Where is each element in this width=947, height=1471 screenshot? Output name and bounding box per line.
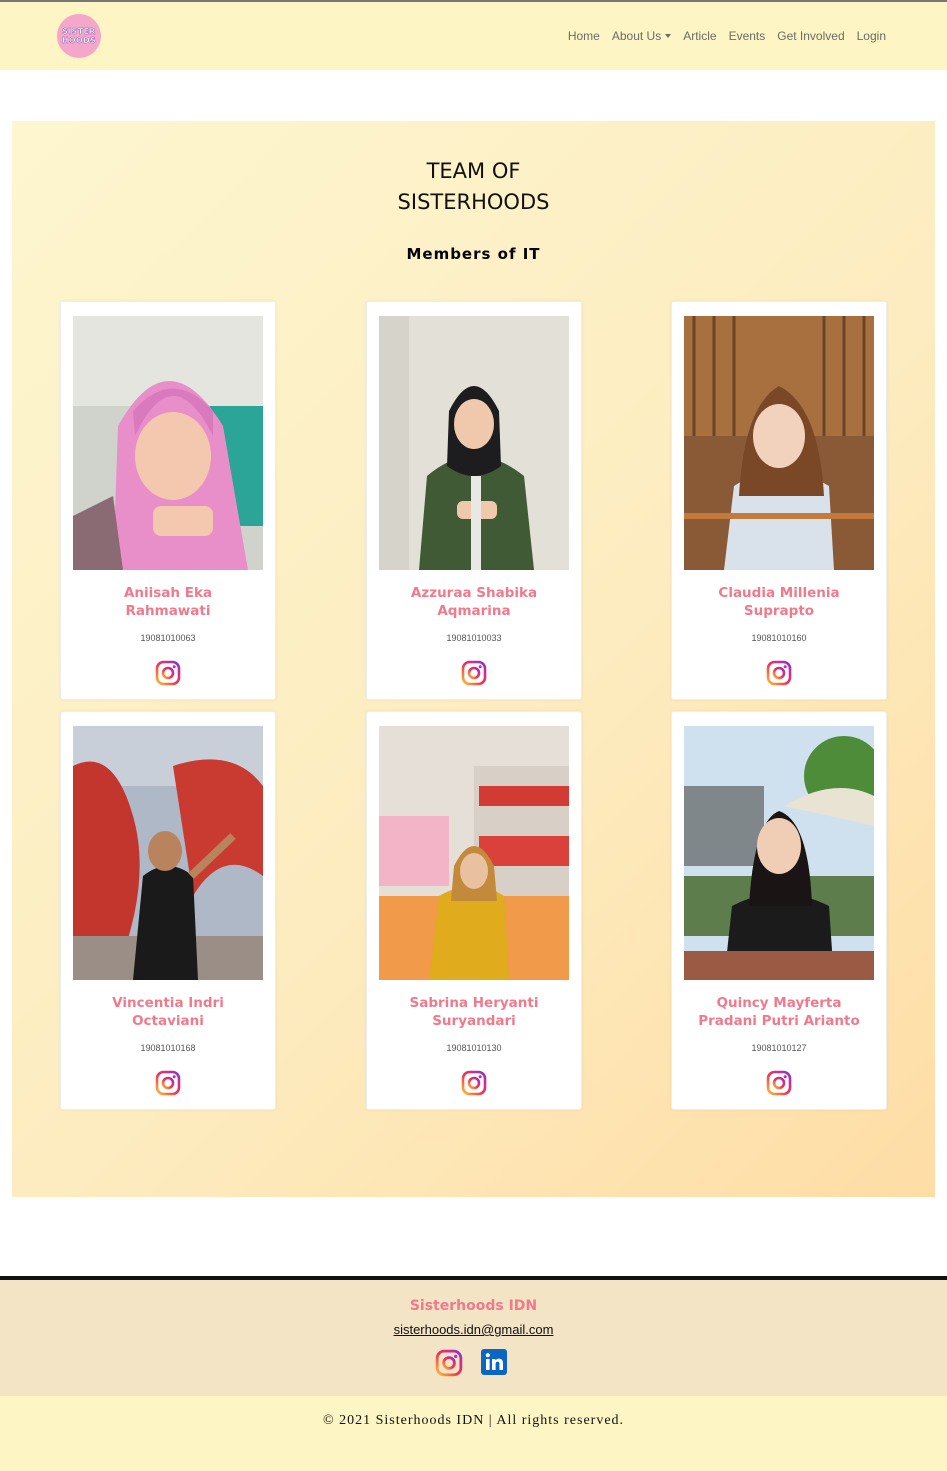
member-name: Claudia Millenia Suprapto	[672, 584, 886, 620]
instagram-icon[interactable]	[766, 660, 792, 686]
instagram-icon[interactable]	[155, 1070, 181, 1096]
member-id: 19081010063	[140, 633, 196, 643]
nav-home[interactable]: Home	[568, 29, 600, 43]
title-line-1: TEAM OF	[426, 159, 521, 183]
member-name-line-2: Suryandari	[432, 1013, 516, 1029]
member-photo	[684, 726, 874, 980]
navbar: SISTER HOODS Home About Us Article Event…	[0, 0, 947, 70]
member-name: Quincy Mayferta Pradani Putri Arianto	[672, 994, 886, 1030]
nav-events[interactable]: Events	[729, 29, 766, 43]
member-id: 19081010033	[446, 633, 502, 643]
member-name-line-1: Aniisah Eka	[123, 585, 213, 601]
member-name-line-2: Pradani Putri Arianto	[698, 1013, 860, 1029]
footer-social-icons	[435, 1349, 507, 1377]
member-name-line-1: Quincy Mayferta	[716, 995, 842, 1011]
nav-login[interactable]: Login	[857, 29, 886, 43]
nav-about-us[interactable]: About Us	[611, 29, 672, 43]
section-subtitle: Members of IT	[406, 245, 541, 263]
nav-get-involved[interactable]: Get Involved	[777, 29, 844, 43]
copyright-bar: © 2021 Sisterhoods IDN | All rights rese…	[0, 1396, 947, 1471]
member-photo	[379, 316, 569, 570]
member-card: Sabrina Heryanti Suryandari 19081010130	[366, 711, 582, 1110]
sisterhoods-logo[interactable]: SISTER HOODS	[57, 14, 101, 58]
member-id: 19081010127	[751, 1043, 807, 1053]
member-card: Aniisah Eka Rahmawati 19081010063	[60, 301, 276, 700]
nav-article[interactable]: Article	[683, 29, 716, 43]
member-card: Azzuraa Shabika Aqmarina 19081010033	[366, 301, 582, 700]
linkedin-icon[interactable]	[481, 1349, 507, 1375]
instagram-icon[interactable]	[155, 660, 181, 686]
member-card: Vincentia Indri Octaviani 19081010168	[60, 711, 276, 1110]
member-id: 19081010130	[446, 1043, 502, 1053]
logo-text: SISTER HOODS	[61, 27, 97, 45]
instagram-icon[interactable]	[435, 1349, 463, 1377]
member-name: Sabrina Heryanti Suryandari	[367, 994, 581, 1030]
member-name-line-1: Azzuraa Shabika	[410, 585, 538, 601]
member-card: Quincy Mayferta Pradani Putri Arianto 19…	[671, 711, 887, 1110]
member-id: 19081010168	[140, 1043, 196, 1053]
member-card: Claudia Millenia Suprapto 19081010160	[671, 301, 887, 700]
member-id: 19081010160	[751, 633, 807, 643]
member-name-line-2: Octaviani	[132, 1013, 204, 1029]
member-name-line-2: Suprapto	[743, 603, 815, 619]
member-name-line-1: Sabrina Heryanti	[409, 995, 539, 1011]
member-name-line-1: Vincentia Indri	[112, 995, 224, 1011]
member-name-line-2: Aqmarina	[437, 603, 511, 619]
member-name: Azzuraa Shabika Aqmarina	[367, 584, 581, 620]
instagram-icon[interactable]	[461, 660, 487, 686]
nav-menu: Home About Us Article Events Get Involve…	[568, 29, 886, 43]
team-section: TEAM OF SISTERHOODS Members of IT Aniisa…	[12, 121, 935, 1197]
footer-brand: Sisterhoods IDN	[409, 1298, 538, 1314]
member-name: Vincentia Indri Octaviani	[61, 994, 275, 1030]
footer: Sisterhoods IDN sisterhoods.idn@gmail.co…	[0, 1276, 947, 1396]
member-photo	[379, 726, 569, 980]
member-photo	[73, 726, 263, 980]
nav-about-us-label: About Us	[611, 29, 662, 43]
caret-down-icon	[665, 34, 672, 38]
instagram-icon[interactable]	[766, 1070, 792, 1096]
footer-email-link[interactable]: sisterhoods.idn@gmail.com	[0, 1322, 947, 1337]
copyright-text: © 2021 Sisterhoods IDN | All rights rese…	[322, 1413, 625, 1428]
member-photo	[73, 316, 263, 570]
instagram-icon[interactable]	[461, 1070, 487, 1096]
member-name-line-1: Claudia Millenia	[718, 585, 840, 601]
member-name: Aniisah Eka Rahmawati	[61, 584, 275, 620]
member-name-line-2: Rahmawati	[125, 603, 211, 619]
page-title: TEAM OF SISTERHOODS	[12, 156, 935, 218]
member-photo	[684, 316, 874, 570]
title-line-2: SISTERHOODS	[397, 190, 550, 214]
